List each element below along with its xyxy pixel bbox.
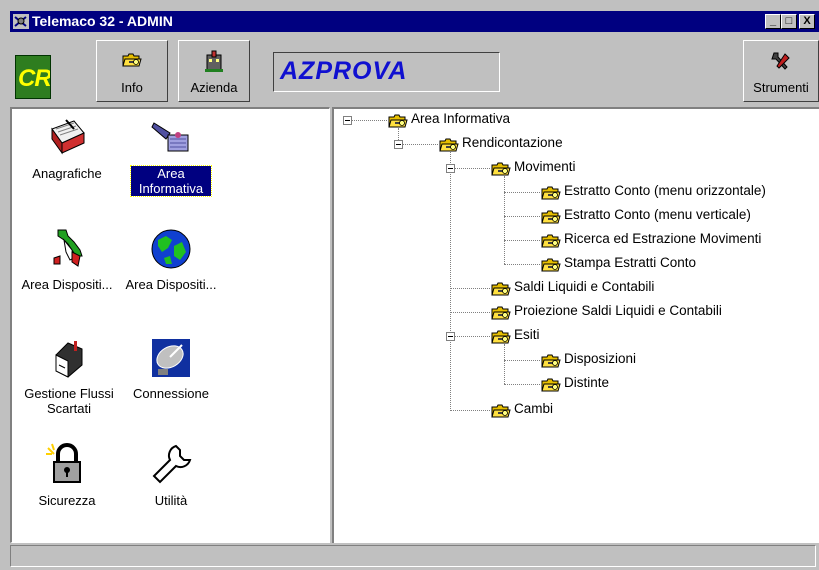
- module-label: Anagrafiche: [32, 166, 102, 181]
- italy-map-icon: [53, 229, 83, 267]
- module-gestione-flussi-scartati[interactable]: Gestione Flussi Scartati: [12, 335, 122, 416]
- company-name: AZPROVA: [280, 57, 408, 85]
- collapse-toggle[interactable]: [446, 164, 455, 173]
- maximize-button[interactable]: □: [781, 14, 797, 29]
- strumenti-button[interactable]: Strumenti: [743, 40, 819, 102]
- azienda-button[interactable]: Azienda: [178, 40, 250, 102]
- status-bar: [10, 543, 819, 570]
- module-label: Area Dispositi...: [125, 277, 217, 292]
- module-label: Utilità: [154, 493, 188, 508]
- module-icon-pane: Anagrafiche Area Informativa Area Dispos…: [10, 107, 330, 543]
- folder-key-icon: [491, 282, 511, 296]
- folder-key-icon: [491, 404, 511, 418]
- module-label: Connessione: [133, 386, 209, 401]
- address-book-icon: [51, 119, 85, 155]
- mailbox-icon: [55, 341, 83, 378]
- close-icon: X: [803, 15, 811, 27]
- module-anagrafiche[interactable]: Anagrafiche: [12, 115, 122, 181]
- folder-key-icon: [439, 138, 459, 152]
- satellite-dish-icon: [152, 339, 190, 377]
- module-label: Area Dispositi...: [21, 277, 113, 292]
- folder-key-icon: [541, 186, 561, 200]
- close-button[interactable]: X: [799, 14, 815, 29]
- folder-key-icon: [541, 354, 561, 368]
- main-window: Telemaco 32 - ADMIN _ □ X CRI Info Azien…: [0, 0, 819, 570]
- logo-text: CRI: [18, 65, 51, 92]
- collapse-toggle[interactable]: [446, 332, 455, 341]
- folder-key-icon: [541, 210, 561, 224]
- tools-icon: [771, 52, 790, 70]
- info-label: Info: [121, 80, 143, 95]
- folder-key-icon: [541, 258, 561, 272]
- building-icon: [205, 50, 223, 72]
- module-area-informativa[interactable]: Area Informativa: [116, 115, 226, 197]
- satellite-icon: [151, 122, 189, 152]
- minimize-button[interactable]: _: [765, 14, 781, 29]
- module-label: Sicurezza: [38, 493, 96, 508]
- module-utilita[interactable]: Utilità: [116, 442, 226, 508]
- info-icon: [122, 53, 142, 67]
- collapse-toggle[interactable]: [394, 140, 403, 149]
- title-bar[interactable]: Telemaco 32 - ADMIN _ □ X: [10, 11, 819, 32]
- folder-key-icon: [491, 330, 511, 344]
- module-area-dispositiva-estero[interactable]: Area Dispositi...: [116, 226, 226, 292]
- folder-key-icon: [541, 378, 561, 392]
- tree-view: Area Informativa Rendicontazione Movimen…: [332, 107, 819, 543]
- globe-icon: [151, 229, 191, 269]
- padlock-icon: [46, 443, 81, 483]
- module-area-dispositiva-italia[interactable]: Area Dispositi...: [12, 226, 122, 292]
- module-label: Area Informativa: [130, 165, 212, 197]
- toolbar: CRI Info Azienda AZPROVA: [10, 32, 819, 107]
- info-button[interactable]: Info: [96, 40, 168, 102]
- window-title: Telemaco 32 - ADMIN: [32, 13, 173, 29]
- app-icon: [13, 14, 29, 29]
- azienda-label: Azienda: [190, 80, 238, 95]
- folder-key-icon: [491, 306, 511, 320]
- collapse-toggle[interactable]: [343, 116, 352, 125]
- module-label: Gestione Flussi Scartati: [24, 386, 114, 416]
- status-text: [10, 545, 816, 567]
- wrench-icon: [152, 444, 192, 484]
- module-connessione[interactable]: Connessione: [116, 335, 226, 401]
- folder-key-icon: [388, 114, 408, 128]
- minimize-icon: _: [769, 15, 777, 27]
- company-display: AZPROVA: [273, 52, 500, 92]
- module-sicurezza[interactable]: Sicurezza: [12, 442, 122, 508]
- cri-logo: CRI: [15, 55, 51, 99]
- folder-key-icon: [491, 162, 511, 176]
- maximize-icon: □: [785, 15, 793, 27]
- strumenti-label: Strumenti: [753, 80, 809, 95]
- folder-key-icon: [541, 234, 561, 248]
